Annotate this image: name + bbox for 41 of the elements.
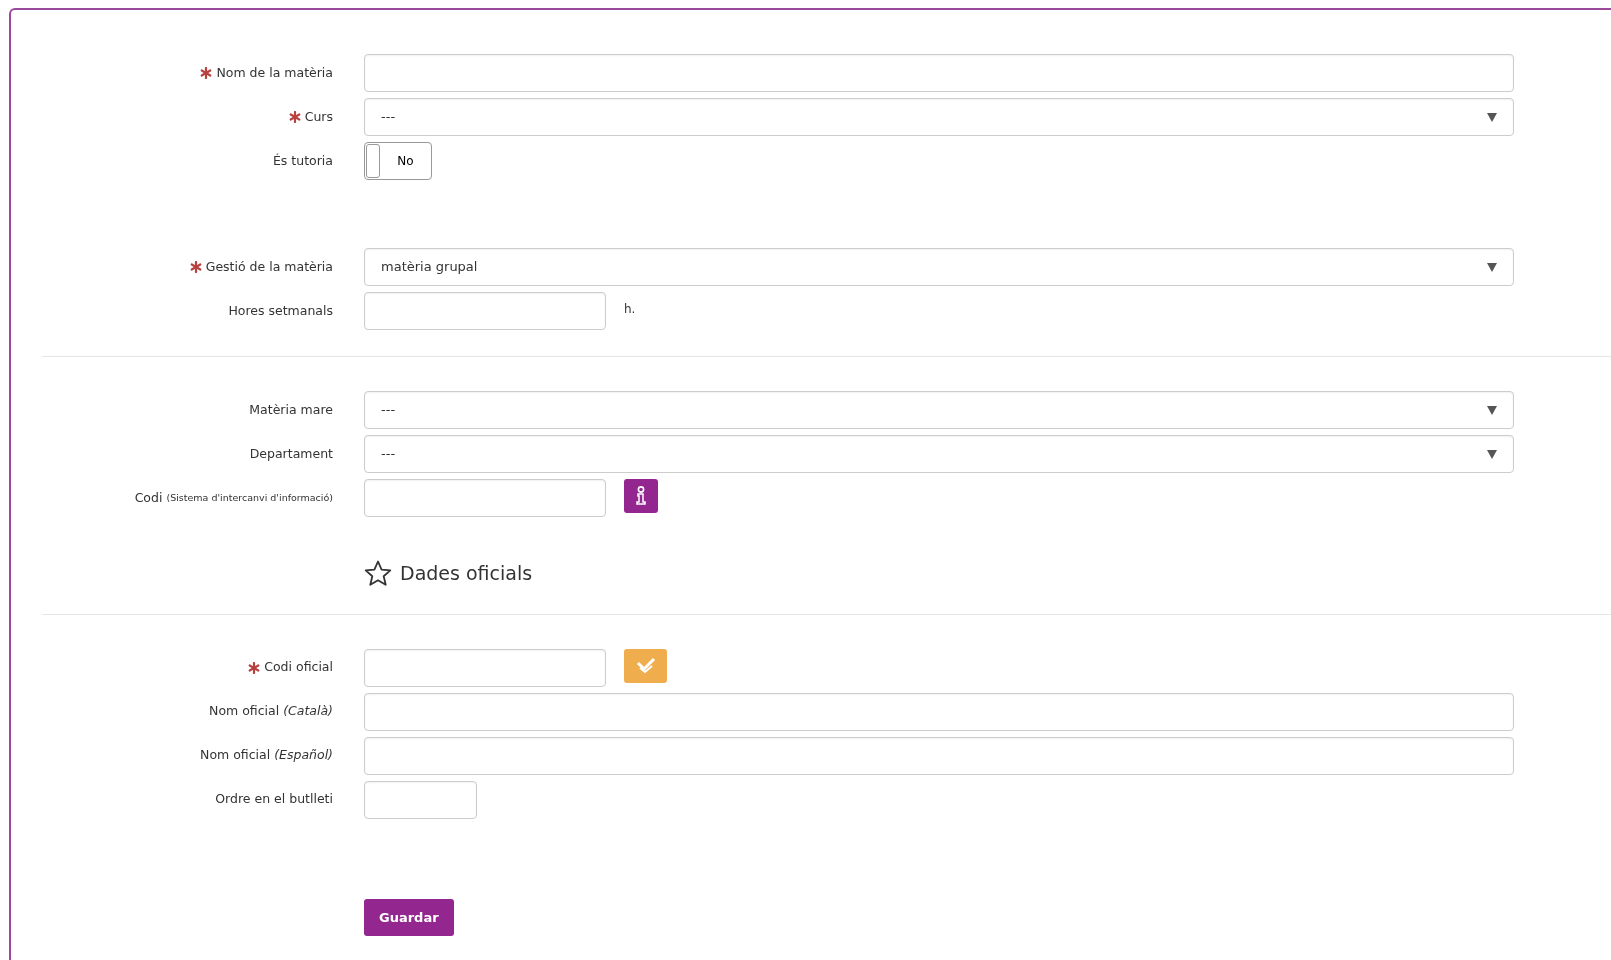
field-label: Codi — [134, 488, 163, 507]
section-heading: Dades oficials — [400, 561, 533, 586]
input-field[interactable] — [364, 292, 606, 330]
check-icon — [635, 656, 656, 675]
input-field[interactable] — [364, 736, 1514, 775]
input-field[interactable] — [364, 780, 477, 819]
field-label: Gestió de la matèria — [205, 257, 333, 276]
select-field[interactable]: matèria grupal — [364, 248, 1514, 286]
select-field[interactable]: --- — [364, 391, 1514, 429]
select-field[interactable]: --- — [364, 98, 1514, 136]
required-icon — [288, 111, 301, 123]
required-icon — [200, 67, 213, 79]
input-field[interactable] — [364, 479, 606, 517]
field-label: És tutoria — [272, 151, 333, 170]
field-note: (Sistema d'intercanvi d'informació) — [166, 490, 333, 505]
caret-icon — [1487, 112, 1497, 122]
field-label: Matèria mare — [249, 400, 333, 419]
required-icon — [189, 261, 202, 273]
input-field[interactable] — [364, 692, 1514, 731]
caret-icon — [1487, 262, 1497, 272]
toggle-switch[interactable]: No — [364, 142, 432, 180]
field-label: Codi oficial — [264, 658, 333, 677]
save-button[interactable]: Guardar — [364, 898, 454, 936]
input-field[interactable] — [364, 648, 606, 687]
info-icon — [635, 486, 647, 506]
required-icon — [248, 661, 261, 674]
caret-icon — [1487, 449, 1497, 459]
input-field[interactable] — [364, 54, 1514, 92]
field-label: Nom oficial (Català) — [209, 702, 333, 721]
unit-label: h. — [624, 301, 636, 318]
select-field[interactable]: --- — [364, 435, 1514, 473]
field-label: Ordre en el butlleti — [215, 790, 333, 809]
field-label: Nom oficial (Español) — [200, 746, 333, 765]
info-button[interactable] — [624, 479, 658, 513]
check-button[interactable] — [624, 648, 667, 683]
field-label: Curs — [304, 107, 333, 126]
field-label: Nom de la matèria — [216, 63, 333, 82]
star-icon — [364, 559, 392, 587]
caret-icon — [1487, 405, 1497, 415]
field-label: Departament — [249, 444, 333, 463]
field-label: Hores setmanals — [228, 301, 333, 320]
